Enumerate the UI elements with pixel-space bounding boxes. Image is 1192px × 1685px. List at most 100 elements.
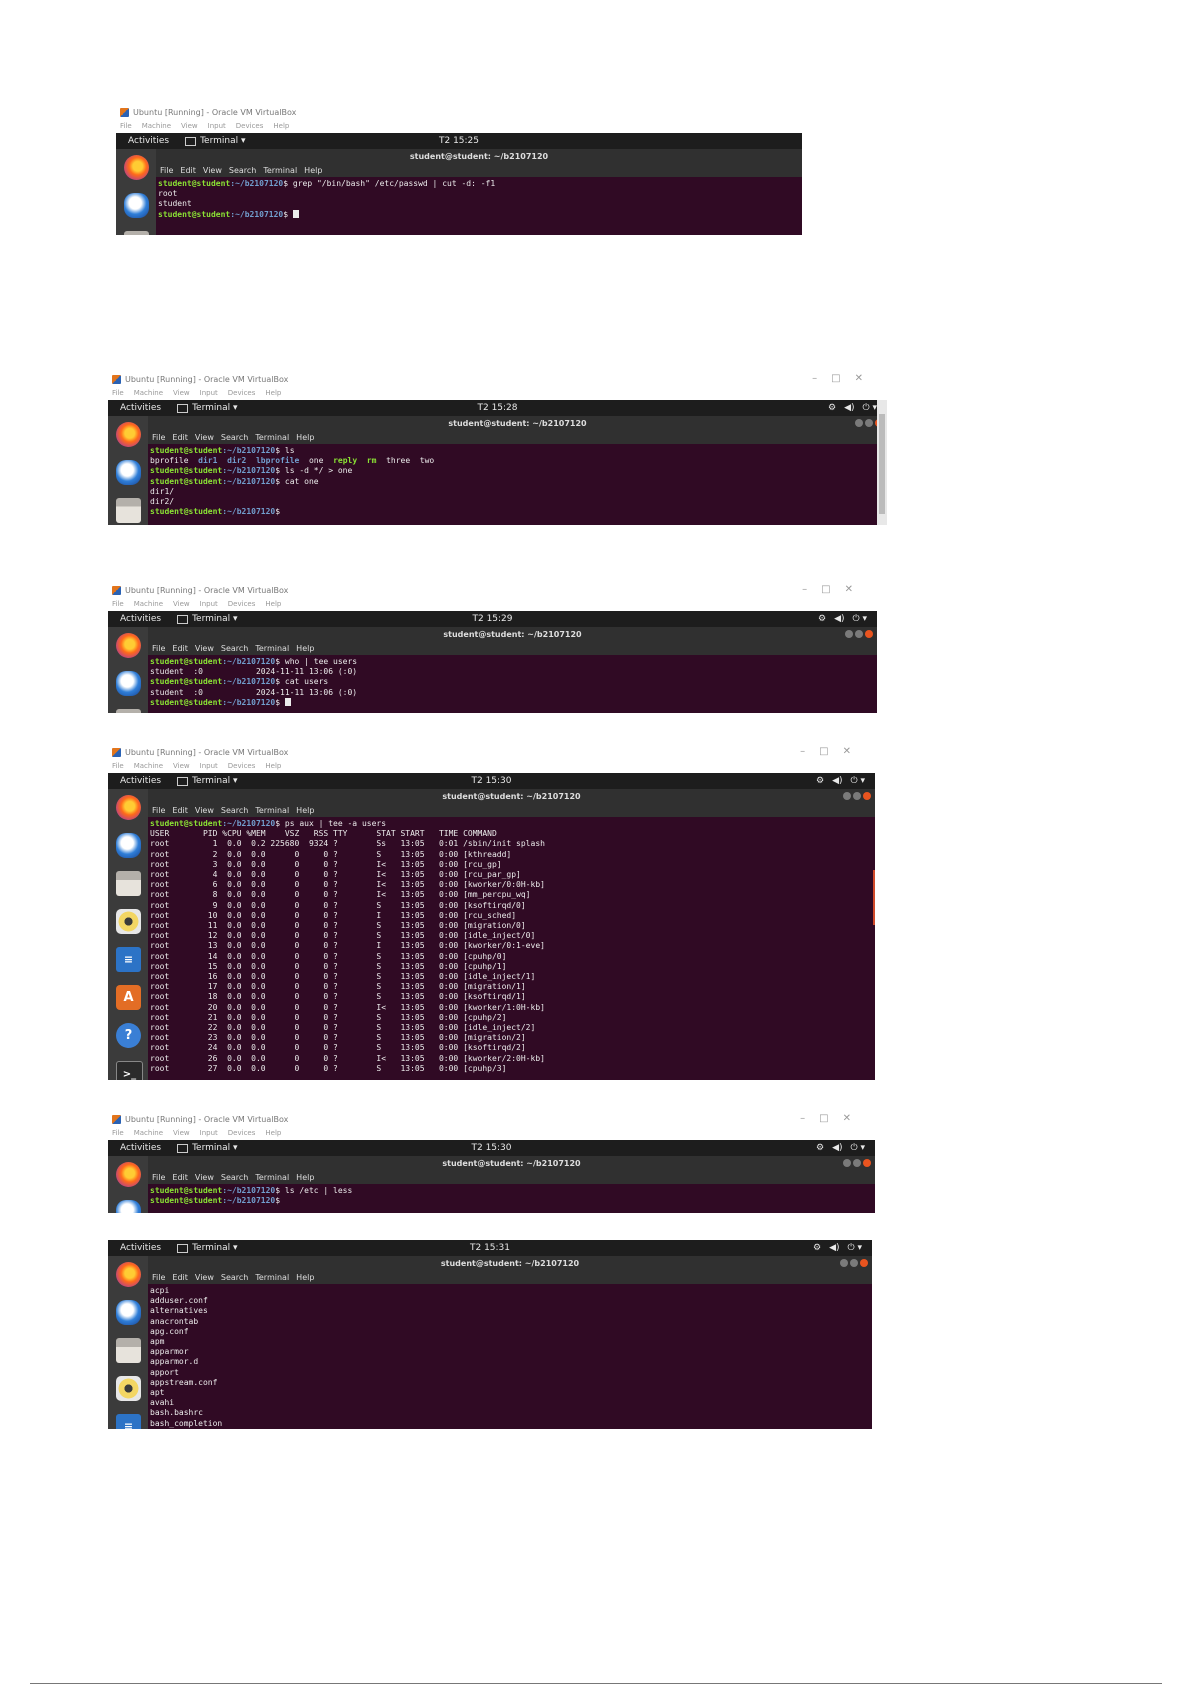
terminal-menu-item[interactable]: Terminal bbox=[255, 806, 289, 815]
files-icon[interactable] bbox=[116, 871, 141, 896]
terminal-menu-item[interactable]: Terminal bbox=[255, 1273, 289, 1282]
terminal-menu-item[interactable]: Search bbox=[221, 433, 248, 442]
clock[interactable]: T2 15:31 bbox=[470, 1243, 510, 1253]
terminal-menu-item[interactable]: Edit bbox=[180, 166, 196, 175]
rhythmbox-icon[interactable] bbox=[116, 909, 141, 934]
activities-button[interactable]: Activities bbox=[120, 614, 161, 624]
terminal-window[interactable]: student@student: ~/b2107120 File Edit View S… bbox=[148, 789, 875, 1080]
virtualbox-window-controls[interactable]: –□✕ bbox=[802, 584, 867, 595]
network-icon[interactable]: ⚙ bbox=[816, 776, 824, 786]
virtualbox-menu-item[interactable]: Devices bbox=[228, 389, 256, 397]
clock[interactable]: T2 15:25 bbox=[439, 136, 479, 146]
terminal-output[interactable]: student@student:~/b2107120$ ls /etc | le… bbox=[148, 1184, 875, 1213]
firefox-icon[interactable] bbox=[116, 1162, 141, 1187]
virtualbox-menu-item[interactable]: File bbox=[112, 762, 124, 770]
minimize-button[interactable] bbox=[855, 419, 863, 427]
virtualbox-menu-item[interactable]: Help bbox=[273, 122, 289, 130]
terminal-menu-item[interactable]: Help bbox=[296, 806, 314, 815]
terminal-menu-item[interactable]: Terminal bbox=[255, 644, 289, 653]
virtualbox-menu-item[interactable]: View bbox=[173, 600, 190, 608]
clock[interactable]: T2 15:30 bbox=[471, 1143, 511, 1153]
close-button[interactable] bbox=[860, 1259, 868, 1267]
network-icon[interactable]: ⚙ bbox=[818, 614, 826, 624]
volume-icon[interactable]: ◀) bbox=[844, 403, 854, 413]
libreoffice-writer-icon[interactable]: ≡ bbox=[116, 1414, 141, 1429]
virtualbox-menu-item[interactable]: File bbox=[112, 600, 124, 608]
virtualbox-window-controls[interactable]: –□✕ bbox=[800, 1113, 865, 1124]
terminal-app-menu[interactable]: Terminal ▾ bbox=[177, 776, 237, 786]
virtualbox-menu-item[interactable]: Input bbox=[200, 600, 218, 608]
terminal-menu-item[interactable]: View bbox=[195, 806, 214, 815]
close-button[interactable] bbox=[863, 1159, 871, 1167]
virtualbox-menu-item[interactable]: Input bbox=[200, 762, 218, 770]
terminal-window[interactable]: student@student: ~/b2107120 File Edit View S… bbox=[148, 627, 877, 713]
terminal-menu-item[interactable]: Edit bbox=[172, 433, 188, 442]
firefox-icon[interactable] bbox=[116, 633, 141, 658]
system-tray[interactable]: ⚙ ◀) ⏻ ▾ bbox=[813, 1243, 862, 1253]
terminal-menu-item[interactable]: Terminal bbox=[255, 433, 289, 442]
maximize-icon[interactable]: □ bbox=[831, 373, 854, 384]
terminal-menu-item[interactable]: Search bbox=[221, 806, 248, 815]
virtualbox-menu-item[interactable]: Help bbox=[265, 389, 281, 397]
terminal-menu-item[interactable]: Search bbox=[221, 1173, 248, 1182]
virtualbox-menu-item[interactable]: File bbox=[120, 122, 132, 130]
virtualbox-menu-item[interactable]: View bbox=[173, 389, 190, 397]
virtualbox-menu-item[interactable]: Machine bbox=[134, 389, 163, 397]
terminal-menu-item[interactable]: View bbox=[195, 433, 214, 442]
terminal-icon[interactable]: >_ bbox=[116, 1061, 143, 1080]
scroll-thumb[interactable] bbox=[879, 414, 885, 514]
maximize-button[interactable] bbox=[853, 1159, 861, 1167]
terminal-menu-item[interactable]: File bbox=[160, 166, 173, 175]
volume-icon[interactable]: ◀) bbox=[832, 1143, 842, 1153]
terminal-menu-item[interactable]: File bbox=[152, 644, 165, 653]
activities-button[interactable]: Activities bbox=[128, 136, 169, 146]
terminal-output[interactable]: acpi adduser.conf alternatives anacrontab ap… bbox=[148, 1284, 872, 1429]
power-icon[interactable]: ⏻ ▾ bbox=[851, 1143, 866, 1153]
activities-button[interactable]: Activities bbox=[120, 1143, 161, 1153]
virtualbox-menu-item[interactable]: File bbox=[112, 1129, 124, 1137]
thunderbird-icon[interactable] bbox=[116, 1200, 141, 1213]
minimize-icon[interactable]: – bbox=[802, 584, 821, 595]
activities-button[interactable]: Activities bbox=[120, 1243, 161, 1253]
terminal-menu-item[interactable]: Terminal bbox=[263, 166, 297, 175]
activities-button[interactable]: Activities bbox=[120, 403, 161, 413]
terminal-menu-item[interactable]: Edit bbox=[172, 1173, 188, 1182]
files-icon[interactable] bbox=[124, 231, 149, 235]
thunderbird-icon[interactable] bbox=[116, 1300, 141, 1325]
terminal-output[interactable]: student@student:~/b2107120$ who | tee us… bbox=[148, 655, 877, 713]
libreoffice-writer-icon[interactable]: ≡ bbox=[116, 947, 141, 972]
terminal-menu-item[interactable]: Help bbox=[296, 644, 314, 653]
virtualbox-menu-item[interactable]: Machine bbox=[134, 762, 163, 770]
terminal-app-menu[interactable]: Terminal ▾ bbox=[177, 614, 237, 624]
terminal-menu-item[interactable]: Help bbox=[304, 166, 322, 175]
network-icon[interactable]: ⚙ bbox=[828, 403, 836, 413]
terminal-menu-item[interactable]: Search bbox=[229, 166, 256, 175]
firefox-icon[interactable] bbox=[124, 155, 149, 180]
terminal-menu-item[interactable]: File bbox=[152, 1273, 165, 1282]
system-tray[interactable]: ⚙ ◀) ⏻ ▾ bbox=[828, 403, 877, 413]
clock[interactable]: T2 15:30 bbox=[471, 776, 511, 786]
close-icon[interactable]: ✕ bbox=[845, 584, 867, 595]
virtualbox-menu-item[interactable]: Devices bbox=[228, 762, 256, 770]
virtualbox-menu-item[interactable]: Help bbox=[265, 762, 281, 770]
virtualbox-menu-item[interactable]: Input bbox=[200, 389, 218, 397]
terminal-app-menu[interactable]: Terminal ▾ bbox=[177, 403, 237, 413]
close-icon[interactable]: ✕ bbox=[843, 1113, 865, 1124]
rhythmbox-icon[interactable] bbox=[116, 1376, 141, 1401]
virtualbox-menu-item[interactable]: File bbox=[112, 389, 124, 397]
terminal-app-menu[interactable]: Terminal ▾ bbox=[177, 1143, 237, 1153]
files-icon[interactable] bbox=[116, 498, 141, 523]
maximize-button[interactable] bbox=[855, 630, 863, 638]
maximize-icon[interactable]: □ bbox=[821, 584, 844, 595]
system-tray[interactable]: ⚙ ◀) ⏻ ▾ bbox=[816, 776, 865, 786]
minimize-button[interactable] bbox=[843, 792, 851, 800]
window-buttons[interactable] bbox=[843, 792, 871, 800]
virtualbox-window-controls[interactable]: –□✕ bbox=[812, 373, 877, 384]
virtualbox-window-controls[interactable]: –□✕ bbox=[800, 746, 865, 757]
power-icon[interactable]: ⏻ ▾ bbox=[848, 1243, 863, 1253]
firefox-icon[interactable] bbox=[116, 795, 141, 820]
terminal-menu-item[interactable]: Edit bbox=[172, 806, 188, 815]
terminal-menu-item[interactable]: View bbox=[195, 1173, 214, 1182]
close-icon[interactable]: ✕ bbox=[855, 373, 877, 384]
activities-button[interactable]: Activities bbox=[120, 776, 161, 786]
